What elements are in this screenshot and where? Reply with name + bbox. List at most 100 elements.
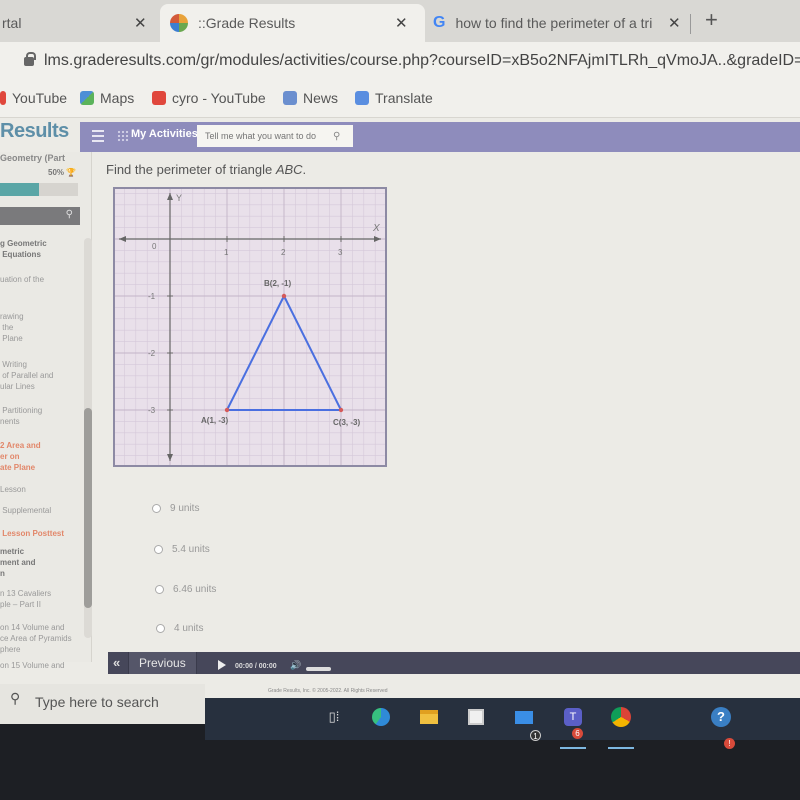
x-axis-arrow-right — [374, 236, 381, 242]
vertex-A — [224, 407, 230, 413]
teams-icon[interactable]: T — [562, 706, 584, 728]
sidebar-lesson-item[interactable]: Supplemental — [0, 505, 51, 516]
previous-button[interactable]: Previous — [128, 652, 197, 674]
sidebar-lesson-item[interactable]: Partitioning nents — [0, 405, 42, 427]
tab-label: how to find the perimeter of a tri — [455, 15, 653, 31]
answer-option-3[interactable]: 6.46 units — [155, 584, 216, 595]
sidebar-lesson-item[interactable]: rawing the Plane — [0, 311, 24, 344]
sidebar-lesson-item[interactable]: 2 Area and er on ate Plane — [0, 440, 41, 473]
bookmark-translate[interactable]: Translate — [355, 90, 433, 106]
course-title[interactable]: Geometry (Part — [0, 153, 65, 163]
sidebar-lesson-item[interactable]: metric ment and n — [0, 546, 36, 579]
file-explorer-icon[interactable] — [418, 706, 440, 728]
sidebar-lesson-item[interactable]: on 15 Volume and — [0, 660, 65, 671]
mail-icon[interactable] — [513, 706, 535, 728]
option-label: 6.46 units — [173, 584, 217, 595]
new-tab-button[interactable]: + — [705, 7, 718, 33]
y-axis-arrow-down — [167, 454, 173, 461]
question-prefix: Find the perimeter of triangle — [106, 162, 276, 177]
close-tab-icon[interactable]: ✕ — [134, 14, 147, 32]
google-favicon-icon: G — [433, 14, 446, 31]
search-icon[interactable]: ⚲ — [333, 131, 340, 142]
grade-results-logo[interactable]: Results — [0, 120, 69, 143]
activities-grid-icon — [117, 130, 129, 142]
sidebar-lesson-item[interactable]: uation of the — [0, 274, 44, 285]
bookmark-cyro-youtube[interactable]: cyro - YouTube — [152, 90, 266, 106]
sidebar-lesson-item[interactable]: g Geometric Equations — [0, 238, 47, 260]
my-activities-link[interactable]: My Activities — [131, 128, 198, 140]
teams-active-indicator — [560, 747, 586, 749]
url-text[interactable]: lms.graderesults.com/gr/modules/activiti… — [44, 52, 800, 70]
radio-button[interactable] — [155, 585, 164, 594]
tab-label: ::Grade Results — [198, 15, 296, 31]
scrollbar-thumb[interactable] — [84, 408, 92, 608]
audio-time: 00:00 / 00:00 — [235, 663, 277, 670]
close-tab-icon[interactable]: ✕ — [395, 14, 408, 32]
edge-icon[interactable] — [370, 706, 392, 728]
teams-badge: 6 — [572, 728, 583, 739]
sidebar-lesson-item[interactable]: Writing of Parallel and ular Lines — [0, 359, 53, 392]
tab-google-search[interactable]: G how to find the perimeter of a tri ✕ — [425, 4, 690, 42]
windows-search-box[interactable]: ⚲ Type here to search — [0, 684, 205, 724]
course-progress-bar — [0, 183, 78, 196]
vertex-label-B: B(2, -1) — [264, 279, 291, 288]
vertex-label-C: C(3, -3) — [333, 418, 360, 427]
mail-badge: 1 — [530, 730, 541, 741]
help-icon[interactable]: ? — [710, 706, 732, 728]
vertex-C — [338, 407, 344, 413]
sidebar-lesson-item[interactable]: n 13 Cavaliers ple – Part II — [0, 588, 51, 610]
bookmark-youtube[interactable]: YouTube — [0, 90, 67, 106]
chrome-icon[interactable] — [610, 706, 632, 728]
bookmark-label: Maps — [100, 90, 135, 106]
y-axis-arrow-up — [167, 193, 173, 200]
triangle-name: ABC — [275, 162, 303, 177]
help-alert-badge: ! — [724, 738, 735, 749]
play-icon[interactable] — [218, 660, 226, 670]
sidebar-lesson-item[interactable]: Lesson — [0, 484, 26, 495]
task-view-icon[interactable]: ▯⁞ — [323, 706, 345, 728]
answer-option-1[interactable]: 9 units — [152, 503, 199, 514]
double-chevron-left-icon[interactable]: « — [113, 655, 120, 670]
search-icon: ⚲ — [10, 690, 21, 706]
microsoft-store-icon[interactable] — [465, 706, 487, 728]
lock-icon[interactable] — [24, 52, 36, 66]
vertex-B — [281, 293, 287, 299]
menu-icon[interactable] — [92, 130, 104, 142]
radio-button[interactable] — [152, 504, 161, 513]
volume-slider[interactable] — [306, 667, 331, 671]
bookmark-label: Translate — [375, 90, 433, 106]
option-label: 4 units — [174, 623, 204, 634]
tab-label: rtal — [2, 15, 22, 31]
search-icon[interactable]: ⚲ — [66, 209, 73, 220]
bookmark-label: YouTube — [12, 90, 68, 106]
y-axis-label: Y — [176, 193, 182, 203]
sidebar-lesson-item[interactable]: on 14 Volume and ce Area of Pyramids phe… — [0, 622, 72, 655]
y-tick-label: -3 — [148, 406, 156, 415]
app-search-input[interactable] — [205, 131, 333, 141]
volume-icon[interactable]: 🔊 — [290, 660, 301, 671]
bookmark-label: News — [303, 90, 339, 106]
answer-option-4[interactable]: 4 units — [156, 623, 203, 634]
option-label: 9 units — [170, 503, 200, 514]
progress-fill — [0, 183, 39, 196]
tab-grade-results[interactable]: ::Grade Results ✕ — [160, 4, 425, 42]
youtube-icon — [0, 91, 6, 105]
windows-search-placeholder: Type here to search — [35, 694, 159, 710]
radio-button[interactable] — [156, 624, 165, 633]
bookmark-label: cyro - YouTube — [172, 90, 266, 106]
origin-label: 0 — [152, 242, 157, 251]
app-search-box[interactable]: ⚲ — [197, 125, 353, 147]
sidebar-scrollbar[interactable] — [84, 238, 92, 638]
vertex-label-A: A(1, -3) — [201, 416, 228, 425]
answer-option-2[interactable]: 5.4 units — [154, 544, 210, 555]
close-tab-icon[interactable]: ✕ — [668, 14, 681, 32]
radio-button[interactable] — [154, 545, 163, 554]
bookmark-maps[interactable]: Maps — [80, 90, 134, 106]
news-icon — [283, 91, 297, 105]
sidebar-lesson-item[interactable]: Lesson Posttest — [0, 528, 64, 539]
question-suffix: . — [302, 162, 307, 177]
sidebar-search[interactable]: ⚲ — [0, 207, 80, 225]
bookmark-news[interactable]: News — [283, 90, 338, 106]
tab-portal[interactable]: rtal ✕ — [0, 4, 160, 42]
screen: rtal ✕ ::Grade Results ✕ G how to find t… — [0, 0, 800, 800]
